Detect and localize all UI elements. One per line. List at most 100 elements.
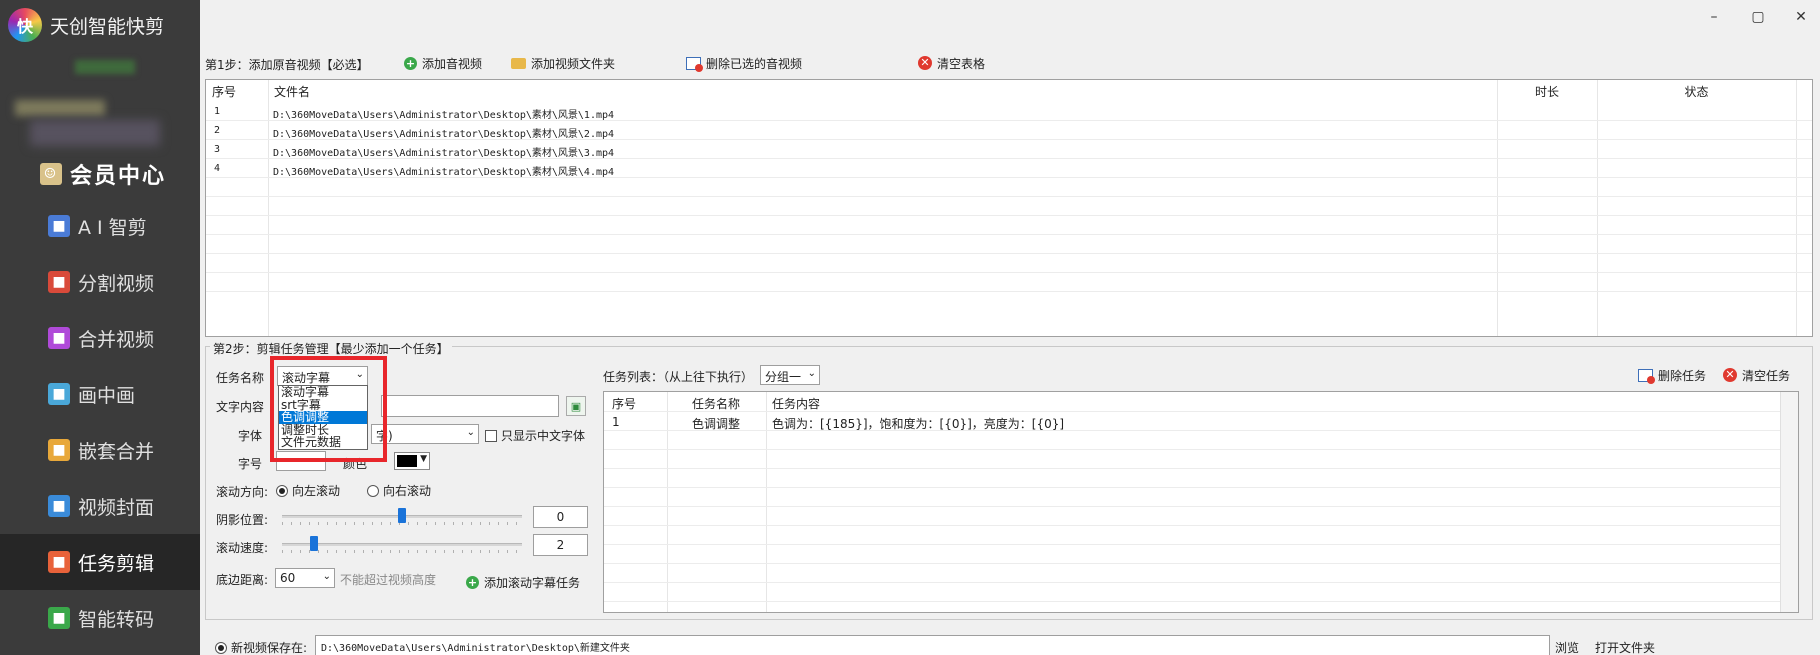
sidebar-item-6[interactable]: ■ 视频封面	[0, 478, 200, 534]
add-video-button[interactable]: + 添加音视频	[398, 51, 488, 75]
clear-table-label: 清空表格	[937, 56, 986, 71]
slider-track	[282, 543, 522, 546]
task-row[interactable]	[604, 583, 1798, 602]
maximize-button[interactable]: ▢	[1745, 6, 1771, 28]
task-row[interactable]	[604, 488, 1798, 507]
delete-selected-button[interactable]: 删除已选的音视频	[680, 51, 808, 75]
table-row[interactable]	[206, 235, 1812, 254]
task-row[interactable]	[604, 450, 1798, 469]
task-row[interactable]	[604, 469, 1798, 488]
table-row[interactable]: 3 D:\360MoveData\Users\Administrator\Desk…	[206, 140, 1812, 159]
sidebar-item-2[interactable]: ■ 分割视频	[0, 254, 200, 310]
cell-index: 1	[612, 415, 620, 429]
task-row[interactable]: 1 色调调整 色调为：[{185}]，饱和度为：[{0}]，亮度为：[{0}]	[604, 412, 1798, 431]
task-row[interactable]	[604, 431, 1798, 450]
dropdown-arrow-icon: ▼	[420, 454, 427, 464]
minimize-button[interactable]: –	[1701, 6, 1727, 28]
file-table[interactable]: 序号 文件名 时长 状态 1 D:\360MoveData\Users\Admin…	[205, 79, 1813, 337]
sidebar-item-label: 合并视频	[78, 328, 155, 351]
sidebar-item-4[interactable]: ■ 画中画	[0, 366, 200, 422]
sidebar-item-5[interactable]: ■ 嵌套合并	[0, 422, 200, 478]
task-table-header: 序号 任务名称 任务内容	[604, 392, 1798, 412]
table-row[interactable]	[206, 178, 1812, 197]
radio-dot[interactable]	[276, 484, 288, 497]
task-table[interactable]: 序号 任务名称 任务内容 1 色调调整 色调为：[{185}]，饱和度为：[{0}]…	[603, 391, 1799, 613]
sidebar-item-3[interactable]: ■ 合并视频	[0, 310, 200, 366]
close-button[interactable]: ✕	[1788, 6, 1814, 28]
table-row[interactable]	[206, 197, 1812, 216]
column-header-index[interactable]: 序号	[612, 395, 636, 412]
task-row[interactable]	[604, 564, 1798, 583]
bottom-margin-select[interactable]: 60 ⌄	[275, 568, 335, 588]
add-folder-label: 添加视频文件夹	[531, 56, 616, 71]
cell-file: D:\360MoveData\Users\Administrator\Deskt…	[273, 110, 615, 121]
column-header-index[interactable]: 序号	[206, 80, 268, 102]
delete-task-icon	[1638, 368, 1655, 384]
task-row[interactable]	[604, 507, 1798, 526]
browse-button[interactable]: 浏览	[1555, 639, 1579, 655]
sidebar-item-member-center[interactable]: ☺ 会员中心	[0, 146, 200, 202]
add-task-button[interactable]: + 添加滚动字幕任务	[460, 570, 587, 594]
table-row[interactable]	[206, 254, 1812, 273]
transcode-icon: ■	[48, 607, 70, 629]
only-chinese-checkbox[interactable]: 只显示中文字体	[485, 427, 585, 444]
save-path-input[interactable]: D:\360MoveData\Users\Administrator\Deskt…	[315, 635, 1550, 655]
speed-slider[interactable]	[282, 535, 522, 553]
add-folder-button[interactable]: 添加视频文件夹	[505, 51, 621, 75]
task-row[interactable]	[604, 526, 1798, 545]
shadow-slider[interactable]	[282, 507, 522, 525]
save-location-radio[interactable]: 新视频保存在:	[215, 639, 307, 655]
cell-file: D:\360MoveData\Users\Administrator\Deskt…	[273, 148, 615, 159]
slider-thumb[interactable]	[398, 508, 406, 523]
delete-task-button[interactable]: 删除任务	[1632, 363, 1712, 387]
font-select[interactable]: 字) ⌄	[371, 424, 479, 444]
sidebar: 快 天创智能快剪 ☺ 会员中心 ■ A I 智剪 ■ 分割视频 ■ 合并视频 ■ 画中画 ■ 嵌套…	[0, 0, 200, 655]
picture-in-picture-icon: ■	[48, 383, 70, 405]
column-header-filename[interactable]: 文件名	[268, 80, 1497, 102]
sidebar-item-7[interactable]: ■ 任务剪辑	[0, 534, 200, 590]
save-label: 新视频保存在:	[231, 641, 308, 655]
speed-value-input[interactable]: 2	[533, 534, 588, 556]
direction-left-radio[interactable]: 向左滚动	[276, 482, 340, 499]
table-row[interactable]: 1 D:\360MoveData\Users\Administrator\Desk…	[206, 102, 1812, 121]
table-row[interactable]: 2 D:\360MoveData\Users\Administrator\Desk…	[206, 121, 1812, 140]
sidebar-item-label: 分割视频	[78, 272, 155, 295]
insert-image-icon[interactable]: ▣	[566, 396, 586, 416]
delete-task-label: 删除任务	[1658, 368, 1707, 383]
merge-video-icon: ■	[48, 327, 70, 349]
table-row[interactable]	[206, 273, 1812, 292]
sidebar-item-label: A I 智剪	[78, 216, 147, 239]
table-row[interactable]	[206, 216, 1812, 235]
checkbox-box[interactable]	[485, 429, 497, 442]
blurred-user-info	[75, 60, 135, 74]
color-swatch	[397, 455, 417, 467]
sidebar-item-label: 会员中心	[70, 163, 167, 189]
shadow-label: 阴影位置:	[216, 513, 269, 527]
task-row[interactable]	[604, 545, 1798, 564]
save-row: 新视频保存在: D:\360MoveData\Users\Administrat…	[205, 629, 1820, 655]
add-circle-icon: +	[404, 56, 417, 70]
clear-table-button[interactable]: ✕ 清空表格	[912, 51, 991, 75]
shadow-value-input[interactable]: 0	[533, 506, 588, 528]
app-title: 天创智能快剪	[50, 15, 165, 38]
sidebar-item-8[interactable]: ■ 智能转码	[0, 590, 200, 646]
radio-dot[interactable]	[367, 484, 379, 497]
open-folder-button[interactable]: 打开文件夹	[1595, 639, 1655, 655]
column-header-task-content[interactable]: 任务内容	[772, 395, 820, 412]
text-content-input[interactable]	[381, 395, 559, 417]
radio-dot[interactable]	[215, 641, 227, 654]
clear-tasks-button[interactable]: ✕ 清空任务	[1717, 363, 1796, 387]
column-header-task-name[interactable]: 任务名称	[692, 395, 740, 412]
table-row[interactable]: 4 D:\360MoveData\Users\Administrator\Desk…	[206, 159, 1812, 178]
sidebar-item-1[interactable]: ■ A I 智剪	[0, 198, 200, 254]
sidebar-item-label: 视频封面	[78, 496, 155, 519]
chevron-down-icon: ⌄	[322, 571, 331, 582]
slider-thumb[interactable]	[309, 536, 318, 551]
vertical-scrollbar[interactable]	[1780, 392, 1798, 612]
direction-right-radio[interactable]: 向右滚动	[367, 482, 431, 499]
bottom-margin-hint: 不能超过视频高度	[340, 573, 437, 587]
column-header-duration[interactable]: 时长	[1497, 80, 1597, 102]
column-header-status[interactable]: 状态	[1597, 80, 1796, 102]
group-select[interactable]: 分组一 ⌄	[760, 365, 820, 385]
color-picker[interactable]: ▼	[394, 452, 430, 470]
